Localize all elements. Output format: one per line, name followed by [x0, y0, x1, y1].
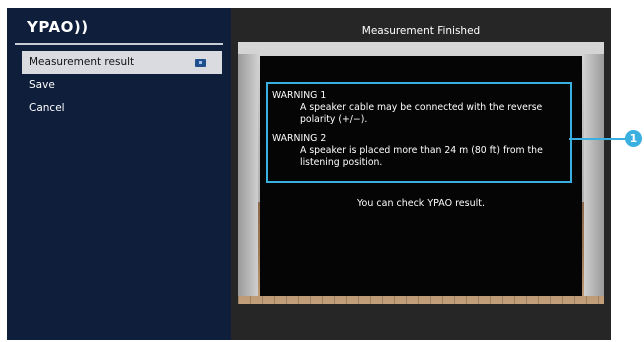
warning-title: WARNING 2 [272, 132, 327, 144]
left-menu-panel: YPAO)) Measurement result Save Cancel [7, 8, 231, 340]
callout-line [569, 138, 627, 140]
warning-title: WARNING 1 [272, 90, 327, 101]
left-wall [238, 54, 258, 296]
result-icon [195, 59, 206, 67]
logo-divider [15, 43, 223, 45]
menu-item-label: Save [29, 79, 55, 91]
room-illustration: WARNING 1 A speaker cable may be connect… [238, 42, 604, 304]
warning-list: WARNING 1 A speaker cable may be connect… [272, 90, 572, 175]
menu-item-save[interactable]: Save [22, 74, 222, 97]
ypao-screen: YPAO)) Measurement result Save Cancel Me… [7, 8, 611, 340]
menu-list: Measurement result Save Cancel [22, 51, 222, 120]
menu-item-label: Measurement result [29, 56, 135, 68]
result-panel: Measurement Finished WARNING 1 A speaker… [231, 8, 611, 340]
warning-body: A speaker is placed more than 24 m (80 f… [300, 144, 543, 169]
check-result-message: You can check YPAO result. [357, 198, 485, 209]
panel-title: Measurement Finished [361, 25, 481, 37]
menu-item-measurement-result[interactable]: Measurement result [22, 51, 222, 74]
callout-badge: 1 [625, 130, 642, 147]
message-box: WARNING 1 A speaker cable may be connect… [260, 56, 582, 296]
ypao-logo: YPAO)) [27, 18, 89, 36]
right-wall [584, 54, 604, 296]
warning-body: A speaker cable may be connected with th… [300, 102, 543, 126]
menu-item-cancel[interactable]: Cancel [22, 97, 222, 120]
menu-item-label: Cancel [29, 102, 65, 114]
